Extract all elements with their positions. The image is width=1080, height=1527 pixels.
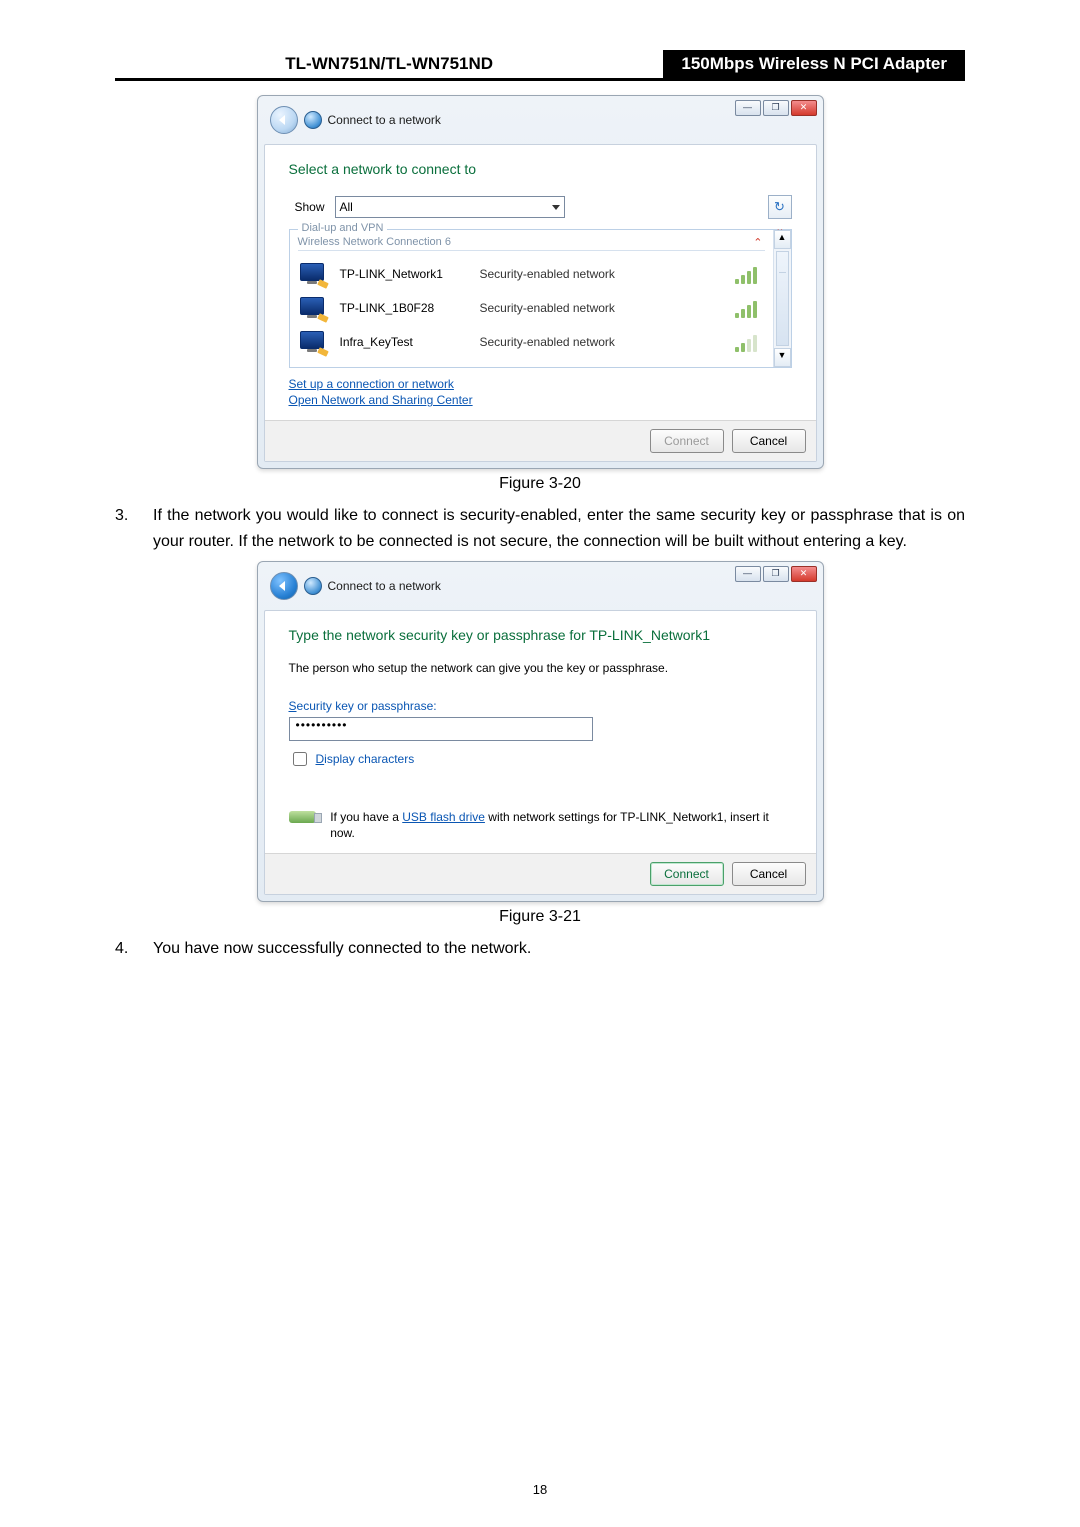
back-icon[interactable] (270, 572, 298, 600)
key-heading: Type the network security key or passphr… (289, 627, 792, 643)
scroll-up-button[interactable]: ▲ (774, 230, 791, 249)
cancel-button[interactable]: Cancel (732, 429, 806, 453)
network-security: Security-enabled network (480, 335, 721, 349)
maximize-button[interactable]: ❐ (763, 100, 789, 116)
step-number: 4. (115, 936, 133, 962)
scrollbar[interactable]: ▲ ▼ (773, 230, 791, 367)
scroll-down-button[interactable]: ▼ (774, 348, 791, 367)
network-name: Infra_KeyTest (340, 335, 466, 349)
back-icon[interactable] (270, 106, 298, 134)
adapter-icon (300, 297, 326, 319)
show-dropdown[interactable]: All (335, 196, 565, 218)
key-label: ecurity key or passphrase: (297, 699, 437, 713)
network-item[interactable]: TP-LINK_1B0F28 Security-enabled network (298, 291, 765, 325)
network-name: TP-LINK_1B0F28 (340, 301, 466, 315)
close-button[interactable]: ✕ (791, 566, 817, 582)
adapter-icon (300, 331, 326, 353)
figure-caption: Figure 3-20 (115, 475, 965, 493)
network-security: Security-enabled network (480, 301, 721, 315)
connect-button[interactable]: Connect (650, 429, 724, 453)
maximize-button[interactable]: ❐ (763, 566, 789, 582)
globe-icon (304, 577, 322, 595)
usb-icon (289, 811, 317, 823)
minimize-button[interactable]: — (735, 100, 761, 116)
scroll-thumb[interactable] (776, 251, 789, 346)
network-name: TP-LINK_Network1 (340, 267, 466, 281)
window-title: Connect to a network (328, 579, 441, 593)
cancel-button[interactable]: Cancel (732, 862, 806, 886)
adapter-icon (300, 263, 326, 285)
connect-button[interactable]: Connect (650, 862, 724, 886)
display-characters-box[interactable] (293, 752, 307, 766)
step-number: 3. (115, 503, 133, 555)
window-select-network: — ❐ ✕ Connect to a network Select a netw… (257, 95, 824, 469)
link-sharing-center[interactable]: Open Network and Sharing Center (289, 392, 792, 408)
window-enter-key: — ❐ ✕ Connect to a network Type the netw… (257, 561, 824, 902)
key-subtext: The person who setup the network can giv… (289, 661, 792, 675)
window-title: Connect to a network (328, 113, 441, 127)
show-label: Show (289, 200, 325, 214)
expand-icon[interactable]: ⌃ (753, 236, 762, 249)
network-item[interactable]: Infra_KeyTest Security-enabled network (298, 325, 765, 359)
signal-icon (735, 332, 763, 352)
header-model: TL-WN751N/TL-WN751ND (115, 50, 663, 78)
network-item[interactable]: TP-LINK_Network1 Security-enabled networ… (298, 257, 765, 291)
refresh-button[interactable]: ↻ (768, 195, 792, 219)
doc-header: TL-WN751N/TL-WN751ND 150Mbps Wireless N … (115, 50, 965, 81)
link-setup-connection[interactable]: Set up a connection or network (289, 376, 792, 392)
group-wireless: Wireless Network Connection 6 ⌃ (298, 236, 765, 251)
chevron-down-icon (552, 205, 560, 210)
figure-caption: Figure 3-21 (115, 908, 965, 926)
globe-icon (304, 111, 322, 129)
security-key-input[interactable]: •••••••••• (289, 717, 593, 741)
page-number: 18 (0, 1482, 1080, 1497)
display-characters-checkbox[interactable]: Display characters (289, 749, 792, 769)
show-dropdown-value: All (340, 200, 353, 214)
step-text: You have now successfully connected to t… (153, 936, 965, 962)
usb-hint: If you have a USB flash drive with netwo… (330, 809, 791, 841)
step-text: If the network you would like to connect… (153, 503, 965, 555)
signal-icon (735, 298, 763, 318)
network-security: Security-enabled network (480, 267, 721, 281)
header-product: 150Mbps Wireless N PCI Adapter (663, 50, 965, 78)
signal-icon (735, 264, 763, 284)
select-heading: Select a network to connect to (289, 161, 792, 177)
usb-flash-link[interactable]: USB flash drive (402, 810, 485, 824)
minimize-button[interactable]: — (735, 566, 761, 582)
close-button[interactable]: ✕ (791, 100, 817, 116)
